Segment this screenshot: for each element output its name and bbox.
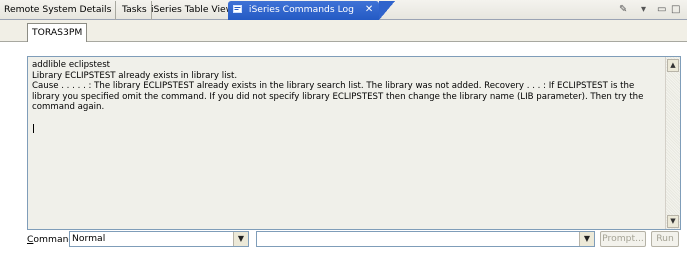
command-input[interactable]: ▼: [256, 231, 595, 247]
log-line: Library ECLIPSTEST already exists in lib…: [32, 70, 238, 81]
scroll-down-icon[interactable]: ▼: [667, 215, 679, 228]
system-tab-bar: TORAS3PM: [0, 20, 687, 42]
prompt-button[interactable]: Prompt...: [600, 231, 646, 247]
text-caret: [33, 123, 34, 133]
commands-log-icon: [233, 2, 242, 13]
maximize-icon[interactable]: □: [671, 3, 680, 17]
commands-log-panel: addlible eclipstest Library ECLIPSTEST a…: [0, 42, 687, 255]
tab-toras3pm[interactable]: TORAS3PM: [27, 23, 88, 42]
minimize-icon[interactable]: ▭: [657, 3, 666, 17]
tab-label: Remote System Details: [4, 4, 112, 15]
tab-iseries-commands-log[interactable]: iSeries Commands Log ✕: [228, 1, 396, 20]
tab-iseries-table-view[interactable]: iSeries Table View: [147, 1, 239, 20]
view-menu-icon[interactable]: ▾: [641, 3, 646, 17]
command-mode-value: Normal: [72, 233, 106, 244]
command-mode-select[interactable]: Normal ▼: [69, 231, 249, 247]
run-button[interactable]: Run: [651, 231, 679, 247]
log-line: addlible eclipstest: [32, 60, 111, 70]
tab-label: iSeries Commands Log: [248, 4, 354, 15]
vertical-scrollbar[interactable]: ▲ ▼: [665, 57, 680, 229]
tab-label: iSeries Table View: [151, 4, 234, 15]
command-bar: Command Normal ▼ ▼ Prompt... Run: [27, 231, 681, 249]
log-line: Cause . . . . . : The library ECLIPSTEST…: [32, 81, 644, 112]
chevron-down-icon[interactable]: ▼: [233, 232, 248, 246]
log-output[interactable]: addlible eclipstest Library ECLIPSTEST a…: [27, 56, 681, 230]
tab-remote-system-details[interactable]: Remote System Details: [0, 1, 117, 20]
pen-icon[interactable]: ✎: [619, 3, 627, 17]
close-icon[interactable]: ✕: [365, 1, 373, 19]
scroll-up-icon[interactable]: ▲: [667, 59, 679, 72]
command-label: Command: [27, 234, 75, 245]
log-text: addlible eclipstest Library ECLIPSTEST a…: [32, 60, 660, 133]
tab-label: TORAS3PM: [32, 27, 83, 38]
view-toolbar: ✎ ▾ ▭ □: [619, 3, 683, 17]
chevron-down-icon[interactable]: ▼: [579, 232, 594, 246]
view-tab-bar: Remote System Details Tasks iSeries Tabl…: [0, 0, 687, 20]
tab-label: Tasks: [122, 4, 147, 15]
